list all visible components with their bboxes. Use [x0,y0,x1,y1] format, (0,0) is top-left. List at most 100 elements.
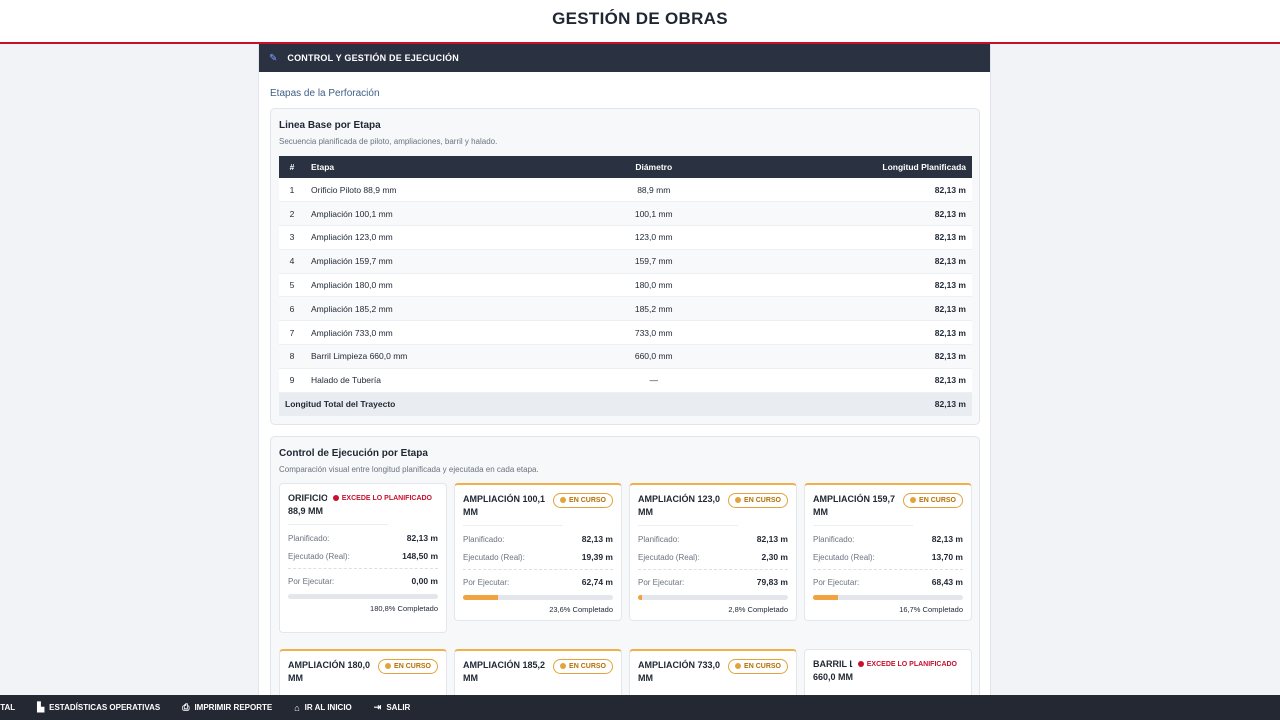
progress-percent: 2,8% Completado [728,605,788,614]
executed-row: Ejecutado (Real): 2,30 m [638,548,788,566]
progress-bar [288,594,438,599]
status-label: EN CURSO [744,497,781,504]
stage-name: AMPLIACIÓN 733,0 MM [638,660,721,683]
row-stage: Halado de Tubería [305,368,564,393]
col-length: Longitud Planificada [743,156,972,178]
progress-bar [638,595,788,600]
planned-row: Planificado: 82,13 m [813,530,963,548]
chart-icon: ▙ [37,702,45,712]
alert-icon [857,661,864,667]
row-diameter: 660,0 mm [563,344,744,369]
col-number: # [279,156,305,178]
print-icon: ⎙ [182,702,190,712]
table-row: 1 Orificio Piloto 88,9 mm 88,9 mm 82,13 m [279,178,972,203]
table-row: 9 Halado de Tubería —82,13 m [279,368,972,393]
page-title: GESTIÓN DE OBRAS [552,9,728,28]
row-length: 82,13 m [743,225,972,250]
table-row: 3 Ampliación 123,0 mm 123,0 mm 82,13 m [279,225,972,250]
stage-card: ORIFICIO PILOTO 88,9 MM EXCEDE LO PLANIFI… [279,483,447,633]
row-number: 2 [279,201,305,227]
status-label: EN CURSO [569,497,606,504]
row-number: 7 [279,320,305,346]
stage-card: AMPLIACIÓN 123,0 MM EN CURSO Planificado: 8… [629,483,797,621]
bottom-navbar: ITAL ▙ ESTADÍSTICAS OPERATIVAS ⎙ IMPRIMIR RE… [0,695,1280,720]
baseline-description: Secuencia planificada de piloto, ampliac… [279,137,498,146]
top-header: GESTIÓN DE OBRAS [0,0,1280,44]
remaining-value: 62,74 m [581,577,613,587]
executed-label: Ejecutado (Real): [463,552,525,562]
progress-fill [813,595,839,600]
clock-icon [385,663,392,669]
row-length: 82,13 m [743,201,972,227]
remaining-label: Por Ejecutar: [288,576,335,586]
executed-value: 13,70 m [931,552,963,562]
stage-card: AMPLIACIÓN 733,0 MM EN CURSO [629,649,797,695]
nav-label: ITAL [0,703,16,712]
row-stage: Ampliación 733,0 mm [305,320,564,346]
table-row: 7 Ampliación 733,0 mm 733,0 mm 82,13 m [279,320,972,346]
total-label: Longitud Total del Trayecto [279,392,744,417]
divider [638,525,738,526]
remaining-label: Por Ejecutar: [638,577,685,587]
row-diameter: 180,0 mm [563,273,744,298]
row-number: 4 [279,249,305,274]
executed-row: Ejecutado (Real): 13,70 m [813,548,963,566]
row-stage: Ampliación 100,1 mm [305,201,564,227]
table-row: 6 Ampliación 185,2 mm 185,2 mm 82,13 m [279,296,972,322]
status-badge: EXCEDE LO PLANIFICADO [326,492,438,505]
executed-label: Ejecutado (Real): [813,552,875,562]
table-row: 8 Barril Limpieza 660,0 mm 660,0 mm 82,13 m [279,344,972,369]
stage-name: AMPLIACIÓN 159,7 MM [813,494,896,517]
stage-name: AMPLIACIÓN 180,0 MM [288,660,371,683]
table-row: 5 Ampliación 180,0 mm 180,0 mm 82,13 m [279,273,972,298]
row-number: 8 [279,344,305,369]
planned-value: 82,13 m [931,534,963,544]
remaining-row: Por Ejecutar: 79,83 m [638,573,788,591]
stage-card: AMPLIACIÓN 159,7 MM EN CURSO Planificado: 8… [804,483,972,621]
status-badge: EXCEDE LO PLANIFICADO [851,658,963,671]
planned-row: Planificado: 82,13 m [638,530,788,548]
clock-icon [735,497,742,503]
executed-row: Ejecutado (Real): 19,39 m [463,548,613,566]
clock-icon [735,663,742,669]
nav-item[interactable]: ▙ ESTADÍSTICAS OPERATIVAS [37,702,160,713]
nav-item[interactable]: ⌂ IR AL INICIO [294,703,352,713]
executed-value: 148,50 m [402,551,438,561]
home-icon: ⌂ [294,702,300,713]
remaining-row: Por Ejecutar: 62,74 m [463,573,613,591]
progress-fill [288,594,438,599]
row-diameter: 159,7 mm [563,249,744,274]
executed-row: Ejecutado (Real): 148,50 m [288,547,438,565]
divider [638,569,788,570]
progress-fill [463,595,499,600]
total-row: Longitud Total del Trayecto 82,13 m [279,392,972,417]
row-stage: Barril Limpieza 660,0 mm [305,344,564,369]
nav-item[interactable]: ⇥ SALIR [374,702,411,713]
row-number: 3 [279,225,305,250]
status-label: EN CURSO [744,663,781,670]
executed-label: Ejecutado (Real): [288,551,350,561]
planned-value: 82,13 m [406,533,438,543]
baseline-table: # Etapa Diámetro Longitud Planificada 1O… [279,156,972,417]
status-badge: EN CURSO [728,659,788,674]
nav-item[interactable]: ⎙ IMPRIMIR REPORTE [182,702,272,713]
execution-description: Comparación visual entre longitud planif… [279,465,539,474]
divider [813,525,913,526]
remaining-value: 0,00 m [411,576,438,586]
row-stage: Ampliación 180,0 mm [305,273,564,298]
nav-item[interactable]: ITAL [0,703,15,712]
row-diameter: 100,1 mm [563,201,744,227]
nav-label: IR AL INICIO [304,703,352,712]
stage-card: AMPLIACIÓN 180,0 MM EN CURSO [279,649,447,695]
row-stage: Ampliación 185,2 mm [305,296,564,322]
progress-bar [463,595,613,600]
nav-label: IMPRIMIR REPORTE [194,703,273,712]
divider [463,525,563,526]
remaining-row: Por Ejecutar: 68,43 m [813,573,963,591]
remaining-value: 79,83 m [756,577,788,587]
executed-value: 2,30 m [761,552,788,562]
row-length: 82,13 m [743,320,972,346]
progress-fill [638,595,643,600]
total-value: 82,13 m [743,392,972,417]
status-badge: EN CURSO [553,493,613,508]
